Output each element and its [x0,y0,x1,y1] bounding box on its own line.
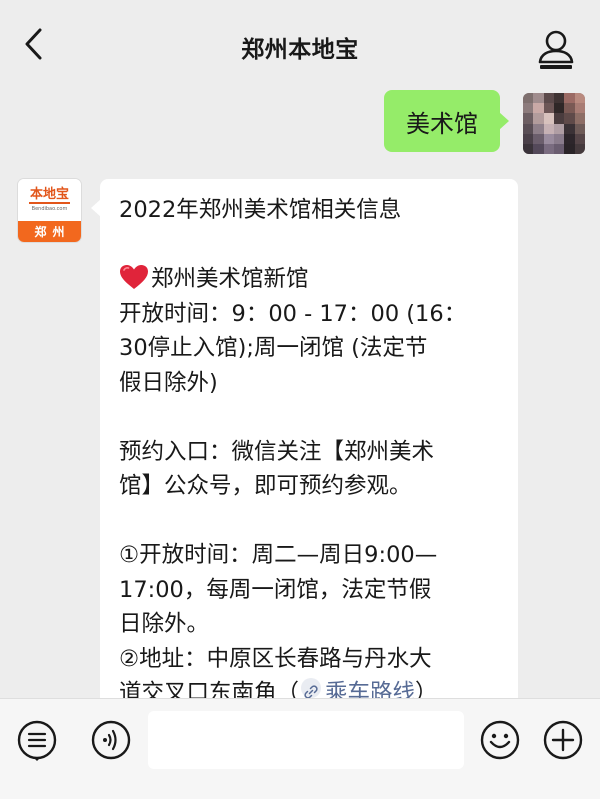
plus-button[interactable] [541,718,585,762]
person-icon [538,30,574,69]
heart-icon [120,265,148,289]
hours-line-2: 30停止入馆);周一闭馆 (法定节 [119,335,428,361]
link-icon [301,678,322,699]
voice-button[interactable] [89,718,133,762]
item1-line-3: 日除外。 [119,611,210,637]
bendibao-logo: 本地宝 Bendibao.com [18,179,81,221]
logo-text: 本地宝 [28,187,70,204]
message-title: 2022年郑州美术馆相关信息 [119,197,402,223]
item1-line-1: ①开放时间：周二—周日9:00— [119,542,438,568]
message-spacer [119,228,502,263]
hours-line-3: 假日除外) [119,369,218,396]
emoji-button[interactable] [478,718,522,762]
bot-avatar[interactable]: 本地宝 Bendibao.com 郑州 [18,179,81,242]
outgoing-message-text: 美术馆 [406,109,478,138]
message-spacer [119,400,502,435]
reserve-line-2: 馆】公众号，即可预约参观。 [119,473,412,499]
venue-name: 郑州美术馆新馆 [151,266,309,292]
message-spacer [119,504,502,539]
chat-header: 郑州本地宝 [0,0,600,82]
item2-line-1: ②地址：中原区长春路与丹水大 [119,645,432,672]
reserve-line-1: 预约入口：微信关注【郑州美术 [119,438,435,465]
logo-subtext: Bendibao.com [31,206,68,212]
voice-icon [91,720,131,760]
item1-line-2: 17:00，每周一闭馆，法定节假 [119,576,432,603]
profile-button[interactable] [534,26,578,74]
hours-line-1: 开放时间：9：00 - 17：00 (16： [119,300,467,327]
menu-list-icon [17,720,57,761]
menu-button[interactable] [15,718,59,762]
logo-city-label: 郑州 [18,221,81,242]
outgoing-message-bubble[interactable]: 美术馆 [384,90,509,152]
user-avatar-image [523,93,585,154]
user-avatar[interactable] [523,93,585,154]
incoming-message-bubble[interactable]: 2022年郑州美术馆相关信息 郑州美术馆新馆 开放时间：9：00 - 17：00… [100,179,518,719]
emoji-icon [480,720,520,760]
chat-title: 郑州本地宝 [241,37,359,63]
message-input[interactable] [148,711,464,769]
input-bar [0,698,600,799]
plus-icon [543,720,583,760]
venue-heading: 郑州美术馆新馆 [119,262,502,297]
